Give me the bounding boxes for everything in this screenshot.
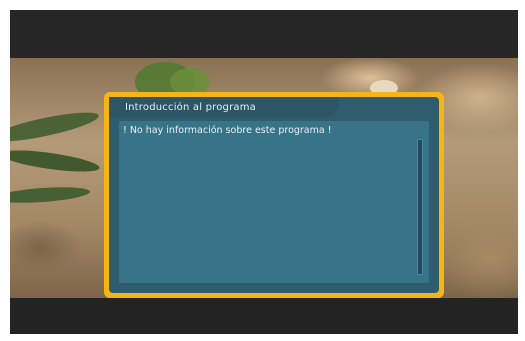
no-info-message: ! No hay información sobre este programa…: [123, 125, 332, 136]
plant-leaf: [10, 106, 101, 148]
dialog-panel: Introducción al programa ! No hay inform…: [109, 97, 439, 293]
dialog-body: ! No hay información sobre este programa…: [119, 121, 429, 283]
letterbox-top: [10, 10, 518, 58]
letterbox-bottom: [10, 298, 518, 334]
dialog-title: Introducción al programa: [125, 102, 257, 113]
plant-leaf: [10, 184, 91, 206]
plant-leaf: [10, 146, 101, 176]
scrollbar[interactable]: [417, 139, 423, 275]
dialog-header: Introducción al programa: [109, 97, 339, 117]
program-info-dialog: Introducción al programa ! No hay inform…: [104, 92, 444, 298]
scrollbar-thumb[interactable]: [418, 140, 422, 274]
